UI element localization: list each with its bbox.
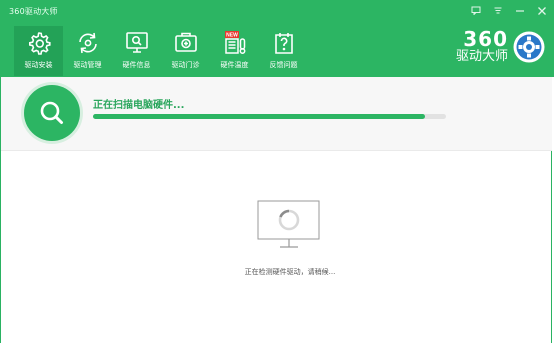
menu-icon xyxy=(494,7,501,14)
tab-label: 驱动门诊 xyxy=(171,61,200,69)
monitor-illustration xyxy=(257,200,321,254)
app-title: 360驱动大师 xyxy=(9,7,58,16)
tab-label: 硬件信息 xyxy=(122,61,151,69)
minimize-button[interactable] xyxy=(513,4,526,17)
minimize-icon xyxy=(515,10,524,12)
message-button[interactable] xyxy=(469,4,482,17)
refresh-icon xyxy=(78,32,97,54)
question-icon xyxy=(274,33,293,54)
tab-hardware-temp[interactable]: NEW 硬件温度 xyxy=(210,26,259,76)
detecting-text: 正在检测硬件驱动，请稍候... xyxy=(244,268,336,276)
tab-feedback[interactable]: 反馈问题 xyxy=(259,26,308,76)
scan-progress-bar xyxy=(93,114,446,119)
thermometer-icon: NEW xyxy=(224,31,245,54)
scan-progress-fill xyxy=(93,114,425,119)
monitor-loading-icon xyxy=(257,200,320,248)
monitor-search-icon xyxy=(125,32,148,53)
tab-label: 驱动安装 xyxy=(24,61,53,69)
menu-button[interactable] xyxy=(491,4,504,17)
main-nav: 驱动安装 驱动管理 硬件信息 驱动门诊 NEW 硬件温度 反馈问题 xyxy=(14,26,308,76)
tab-label: 驱动管理 xyxy=(73,61,102,69)
tab-hardware-info[interactable]: 硬件信息 xyxy=(112,26,161,76)
tab-label: 硬件温度 xyxy=(220,61,249,69)
tab-driver-install[interactable]: 驱动安装 xyxy=(14,26,63,76)
gear-icon xyxy=(28,32,51,55)
title-bar: 360驱动大师 驱动安装 驱动管理 硬件信息 驱动门诊 NEW 硬件温度 反馈问… xyxy=(0,0,554,77)
window-controls xyxy=(469,4,548,17)
logo-gear-icon xyxy=(513,31,545,62)
medical-kit-icon xyxy=(174,32,197,52)
scan-status-text: 正在扫描电脑硬件... xyxy=(93,100,185,111)
logo-name: 驱动大师 xyxy=(455,49,508,64)
tab-driver-manage[interactable]: 驱动管理 xyxy=(63,26,112,76)
scan-indicator xyxy=(24,85,80,141)
message-icon xyxy=(471,6,480,15)
logo-number: 360 xyxy=(463,27,508,51)
close-button[interactable] xyxy=(535,4,548,17)
tab-label: 反馈问题 xyxy=(269,61,298,69)
magnifier-icon xyxy=(40,101,63,124)
close-icon xyxy=(537,6,546,15)
new-badge: NEW xyxy=(226,33,238,39)
app-logo: 360 驱动大师 xyxy=(456,29,546,64)
tab-driver-gate[interactable]: 驱动门诊 xyxy=(161,26,210,76)
